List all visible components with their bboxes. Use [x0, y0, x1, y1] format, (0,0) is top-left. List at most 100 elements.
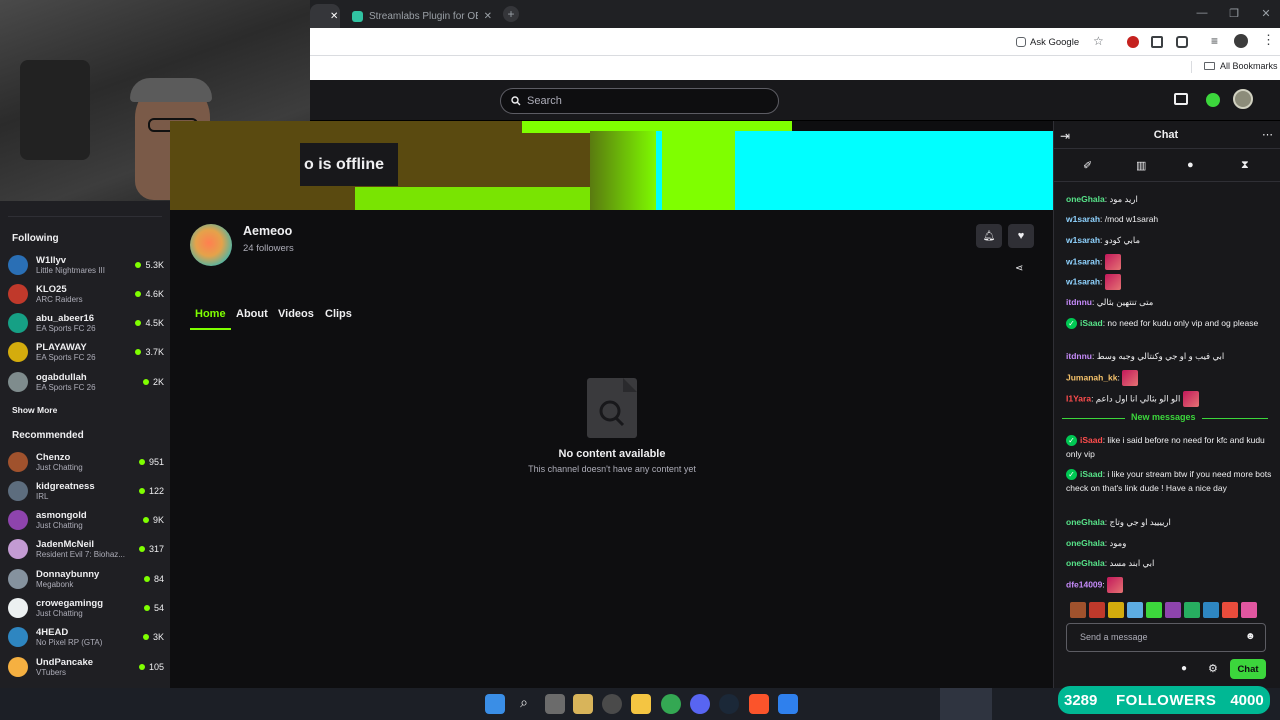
chat-username[interactable]: iSaad — [1080, 469, 1103, 479]
reading-list-icon[interactable]: ≡ — [1211, 34, 1218, 48]
recommended-row[interactable]: kidgreatness IRL 122 — [8, 476, 164, 505]
emote-picker-icon[interactable]: ☻ — [1245, 631, 1256, 642]
chat-bubble-icon[interactable]: ● — [1187, 159, 1194, 171]
discord-icon[interactable] — [690, 694, 710, 714]
emote-tray[interactable] — [1070, 602, 1270, 618]
tab-about[interactable]: About — [236, 308, 268, 320]
following-row[interactable]: W1llyv Little Nightmares III 5.3K — [8, 250, 164, 279]
following-row[interactable]: PLAYAWAY EA Sports FC 26 3.7K — [8, 338, 164, 367]
file-explorer-icon[interactable] — [631, 694, 651, 714]
recommended-row[interactable]: UndPancake VTubers 105 — [8, 652, 164, 681]
chrome-icon[interactable] — [661, 694, 681, 714]
collapse-chat-icon[interactable]: ⇥ — [1060, 129, 1070, 143]
trash-icon[interactable]: ▥ — [1136, 159, 1146, 172]
chat-username[interactable]: oneGhala — [1066, 194, 1105, 204]
recommended-row[interactable]: crowegamingg Just Chatting 54 — [8, 594, 164, 623]
new-tab-button[interactable]: + — [503, 6, 519, 22]
user-avatar[interactable] — [1233, 89, 1253, 109]
extension-status-icon[interactable] — [1206, 93, 1220, 107]
chat-username[interactable]: w1sarah — [1066, 276, 1100, 286]
following-row[interactable]: ogabdullah EA Sports FC 26 2K — [8, 367, 164, 396]
chat-username[interactable]: oneGhala — [1066, 538, 1105, 548]
chat-username[interactable]: itdnnu — [1066, 297, 1092, 307]
send-chat-button[interactable]: Chat — [1230, 659, 1266, 679]
store-icon[interactable] — [573, 694, 593, 714]
recommended-row[interactable]: asmongold Just Chatting 9K — [8, 506, 164, 535]
all-bookmarks-button[interactable]: All Bookmarks — [1204, 61, 1278, 71]
emote-icon[interactable] — [1070, 602, 1086, 618]
hourglass-icon[interactable]: ⧗ — [1241, 159, 1249, 172]
app-icon[interactable] — [778, 694, 798, 714]
windows-start-icon[interactable] — [485, 694, 505, 714]
puzzle-icon[interactable] — [1176, 36, 1188, 48]
divider — [1053, 148, 1280, 149]
recommended-row[interactable]: JadenMcNeil Resident Evil 7: Biohaz... 317 — [8, 535, 164, 564]
all-bookmarks-label: All Bookmarks — [1220, 61, 1278, 71]
emote-icon[interactable] — [1203, 602, 1219, 618]
search-icon[interactable]: ⌕ — [514, 694, 534, 714]
maximize-button[interactable]: ❐ — [1218, 4, 1250, 22]
browser-tab-current[interactable]: ✕ — [310, 4, 340, 28]
gear-icon[interactable]: ⚙ — [1208, 662, 1218, 675]
channel-game: Little Nightmares III — [36, 265, 105, 275]
task-view-icon[interactable] — [545, 694, 565, 714]
emote-icon[interactable] — [1222, 602, 1238, 618]
emote-icon[interactable] — [1127, 602, 1143, 618]
browser-tab-streamlabs[interactable]: Streamlabs Plugin for OBS | A... ✕ — [344, 4, 500, 28]
chat-username[interactable]: oneGhala — [1066, 558, 1105, 568]
chat-menu-icon[interactable]: ⋯ — [1262, 128, 1273, 141]
chat-username[interactable]: dfe14009 — [1066, 579, 1102, 589]
brave-icon[interactable] — [749, 694, 769, 714]
channel-game: IRL — [36, 491, 49, 501]
chat-username[interactable]: oneGhala — [1066, 517, 1105, 527]
tab-clips[interactable]: Clips — [325, 308, 352, 320]
tab-videos[interactable]: Videos — [278, 308, 314, 320]
close-icon[interactable]: ✕ — [484, 11, 492, 22]
search-bar[interactable]: Search — [500, 88, 779, 114]
chat-username[interactable]: iSaad — [1080, 435, 1103, 445]
chat-input[interactable]: Send a message ☻ — [1066, 623, 1266, 652]
tab-home[interactable]: Home — [195, 308, 226, 320]
show-more-link[interactable]: Show More — [12, 405, 57, 415]
kebab-menu-icon[interactable]: ⋮ — [1262, 32, 1275, 48]
emote-icon[interactable] — [1184, 602, 1200, 618]
channel-name[interactable]: Aemeoo — [243, 224, 292, 238]
close-window-button[interactable]: ✕ — [1250, 4, 1280, 22]
emote-icon[interactable] — [1146, 602, 1162, 618]
chat-text: ابي ابند مسد — [1109, 558, 1155, 568]
follow-button[interactable]: ♥ — [1008, 224, 1034, 248]
steam-icon[interactable] — [719, 694, 739, 714]
emote-icon[interactable] — [1165, 602, 1181, 618]
chat-username[interactable]: Jumanah_kk — [1066, 372, 1118, 382]
chat-username[interactable]: itdnnu — [1066, 351, 1092, 361]
obs-icon[interactable] — [602, 694, 622, 714]
minimize-button[interactable]: — — [1186, 4, 1218, 22]
chat-username[interactable]: w1sarah — [1066, 214, 1100, 224]
chat-username[interactable]: w1sarah — [1066, 256, 1100, 266]
ask-google-button[interactable]: Ask Google — [1016, 34, 1079, 50]
share-icon[interactable]: ⋖ — [1015, 263, 1023, 274]
profile-avatar[interactable] — [1234, 34, 1248, 48]
emote-icon[interactable] — [1089, 602, 1105, 618]
chat-bubble-icon[interactable]: ● — [1181, 663, 1187, 674]
following-row[interactable]: KLO25 ARC Raiders 4.6K — [8, 279, 164, 308]
extension-icon[interactable] — [1127, 36, 1139, 48]
following-row[interactable]: abu_abeer16 EA Sports FC 26 4.5K — [8, 309, 164, 338]
chat-username[interactable]: I1Yara — [1066, 393, 1091, 403]
close-icon[interactable]: ✕ — [330, 11, 338, 22]
pin-icon[interactable]: ✐ — [1083, 159, 1092, 172]
notification-bell-button[interactable]: 🔔︎ — [976, 224, 1002, 248]
bookmark-star-icon[interactable]: ☆ — [1093, 34, 1104, 48]
emote-icon[interactable] — [1241, 602, 1257, 618]
prime-loot-icon[interactable] — [1174, 93, 1188, 105]
chat-username[interactable]: iSaad — [1080, 318, 1103, 328]
viewer-count-value: 84 — [153, 573, 164, 584]
emote-icon[interactable] — [1108, 602, 1124, 618]
channel-name: crowegamingg — [36, 598, 104, 609]
recommended-row[interactable]: 4HEAD No Pixel RP (GTA) 3K — [8, 623, 164, 652]
chat-username[interactable]: w1sarah — [1066, 235, 1100, 245]
recommended-row[interactable]: Donnaybunny Megabonk 84 — [8, 564, 164, 593]
extension-icon[interactable] — [1151, 36, 1163, 48]
recommended-row[interactable]: Chenzo Just Chatting 951 — [8, 447, 164, 476]
channel-avatar[interactable] — [190, 224, 232, 266]
